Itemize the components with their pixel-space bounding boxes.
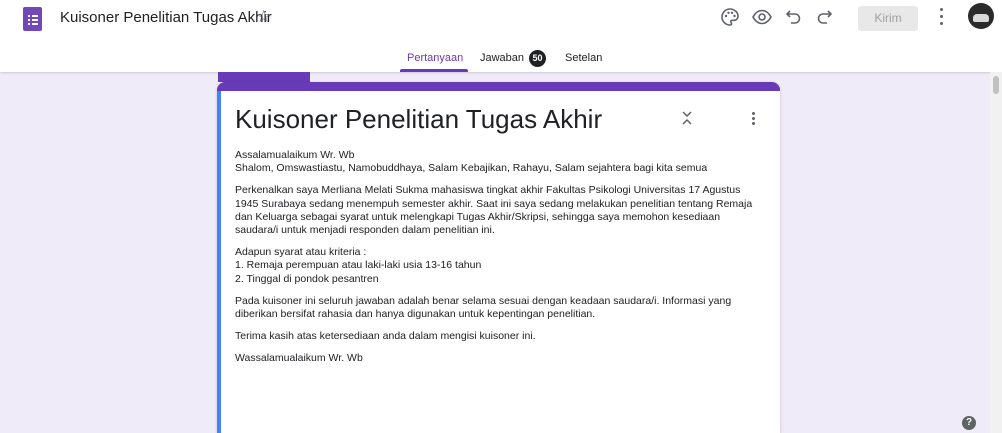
send-button[interactable]: Kirim bbox=[858, 6, 918, 31]
description-paragraph: Assalamualaikum Wr. Wb Shalom, Omswastia… bbox=[235, 149, 708, 175]
card-more-icon[interactable] bbox=[752, 112, 755, 126]
redo-icon[interactable] bbox=[813, 6, 835, 28]
form-title[interactable]: Kuisoner Penelitian Tugas Akhir bbox=[235, 104, 602, 135]
preview-eye-icon[interactable] bbox=[751, 6, 773, 28]
tab-questions[interactable]: Pertanyaan bbox=[407, 52, 463, 64]
forms-logo-icon[interactable] bbox=[23, 7, 42, 31]
card-focus-indicator bbox=[217, 91, 221, 433]
tab-settings[interactable]: Setelan bbox=[565, 52, 602, 64]
collapse-icon[interactable] bbox=[681, 110, 693, 126]
tab-responses[interactable]: Jawaban bbox=[480, 52, 524, 64]
undo-icon[interactable] bbox=[783, 6, 805, 28]
description-paragraph: Perkenalkan saya Merliana Melati Sukma m… bbox=[235, 184, 753, 237]
description-paragraph: Pada kuisoner ini seluruh jawaban adalah… bbox=[235, 294, 732, 321]
top-app-bar: Kuisoner Penelitian Tugas Akhir ☆ Kirim … bbox=[0, 0, 1002, 72]
document-title[interactable]: Kuisoner Penelitian Tugas Akhir bbox=[60, 9, 272, 26]
description-paragraph: Wassalamualaikum Wr. Wb bbox=[235, 352, 363, 365]
palette-icon[interactable] bbox=[719, 6, 741, 28]
description-paragraph: Adapun syarat atau kriteria : 1. Remaja … bbox=[235, 246, 482, 285]
star-icon[interactable]: ☆ bbox=[256, 7, 271, 27]
responses-count-badge: 50 bbox=[529, 50, 546, 67]
help-icon[interactable]: ? bbox=[962, 416, 976, 430]
active-tab-indicator bbox=[400, 69, 468, 72]
description-paragraph: Terima kasih atas ketersediaan anda dala… bbox=[235, 330, 536, 343]
scrollbar[interactable] bbox=[990, 72, 1002, 433]
section-header-tab bbox=[218, 72, 310, 82]
scrollbar-thumb[interactable] bbox=[993, 76, 999, 94]
more-vert-icon[interactable] bbox=[940, 8, 944, 26]
avatar[interactable] bbox=[968, 3, 994, 29]
tab-bar: Pertanyaan Jawaban 50 Setelan bbox=[0, 50, 1002, 72]
form-header-card[interactable]: Kuisoner Penelitian Tugas Akhir Assalamu… bbox=[217, 82, 780, 433]
form-description[interactable]: Assalamualaikum Wr. Wb Shalom, Omswastia… bbox=[235, 149, 765, 375]
card-accent-bar bbox=[217, 82, 780, 91]
